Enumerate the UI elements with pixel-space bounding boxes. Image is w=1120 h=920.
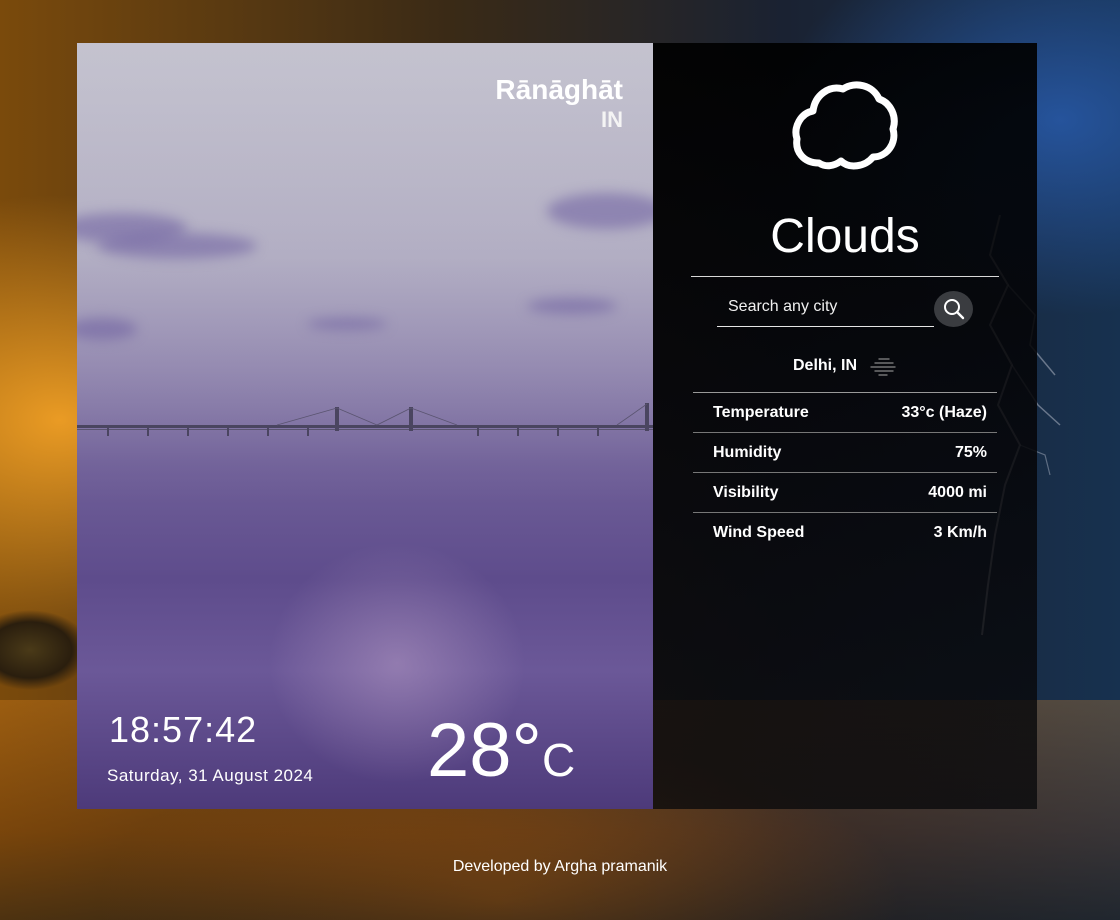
row-label: Wind Speed <box>713 523 805 541</box>
bridge-silhouette <box>77 403 653 436</box>
row-value: 75% <box>954 443 987 461</box>
location: Rānāghāt IN <box>495 73 623 133</box>
search-input[interactable] <box>717 289 934 325</box>
cloud-decoration <box>527 298 617 314</box>
search-field <box>717 289 934 327</box>
current-time: 18:57:42 <box>109 709 258 750</box>
haze-icon <box>870 358 896 376</box>
details-panel: Clouds Delhi, IN <box>653 43 1037 809</box>
background-island <box>0 610 80 700</box>
cloud-icon <box>792 81 898 170</box>
current-date: Saturday, 31 August 2024 <box>107 766 314 785</box>
cloud-decoration <box>307 318 387 330</box>
row-label: Humidity <box>713 443 782 461</box>
weather-condition: Clouds <box>770 210 920 263</box>
footer-credit: Developed by Argha pramanik <box>452 858 668 875</box>
row-value: 3 Km/h <box>933 523 987 541</box>
temperature-row: Temperature 33°c (Haze) <box>693 392 997 432</box>
weather-card: Rānāghāt IN 18:57:42 Saturday, 31 August… <box>77 43 1037 809</box>
weather-details-table: Temperature 33°c (Haze) Humidity 75% Vis… <box>693 392 997 552</box>
humidity-row: Humidity 75% <box>693 432 997 472</box>
row-label: Temperature <box>713 403 809 421</box>
temperature-unit: C <box>541 734 576 786</box>
search-icon <box>943 299 964 320</box>
row-value: 4000 mi <box>928 483 987 501</box>
country-code: IN <box>601 107 623 132</box>
cloud-decoration <box>97 233 257 259</box>
visibility-row: Visibility 4000 mi <box>693 472 997 512</box>
row-value: 33°c (Haze) <box>901 403 987 421</box>
city-name: Rānāghāt <box>495 74 623 105</box>
result-location: Delhi, IN <box>792 357 857 374</box>
search-result-header: Delhi, IN <box>653 356 1037 376</box>
current-weather-panel: Rānāghāt IN 18:57:42 Saturday, 31 August… <box>77 43 653 809</box>
temperature-value: 28° <box>427 708 542 793</box>
current-temperature: 28°C <box>427 711 575 800</box>
wind-speed-row: Wind Speed 3 Km/h <box>693 512 997 552</box>
divider <box>691 276 999 277</box>
search-button[interactable] <box>934 291 973 327</box>
row-label: Visibility <box>713 483 779 501</box>
